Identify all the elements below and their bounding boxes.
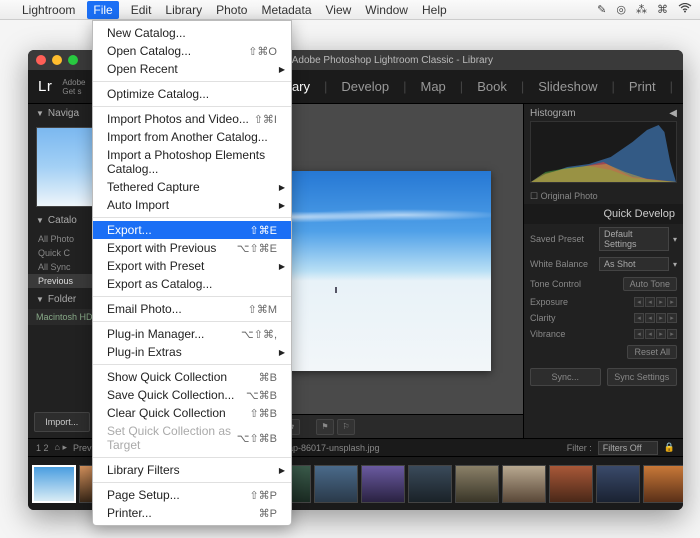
filmstrip-thumb[interactable] — [596, 465, 640, 503]
histogram-panel: Histogram◀ — [524, 104, 683, 189]
menu-item[interactable]: Page Setup...⇧⌘P — [93, 486, 291, 504]
menu-item[interactable]: Export as Catalog... — [93, 275, 291, 293]
wb-label: White Balance — [530, 259, 595, 269]
menu-item[interactable]: Export with Preset — [93, 257, 291, 275]
module-picker: Library| Develop| Map| Book| Slideshow| … — [270, 79, 673, 94]
menu-item[interactable]: Export...⇧⌘E — [93, 221, 291, 239]
minimize-icon[interactable] — [52, 55, 62, 65]
lr-subtitle: AdobeGet s — [62, 78, 85, 96]
menu-item[interactable]: Plug-in Extras — [93, 343, 291, 361]
menu-metadata[interactable]: Metadata — [261, 3, 311, 17]
menu-library[interactable]: Library — [165, 3, 202, 17]
saved-preset-label: Saved Preset — [530, 234, 595, 244]
mac-menu-bar: Lightroom File Edit Library Photo Metada… — [0, 0, 700, 20]
menu-item[interactable]: Library Filters — [93, 461, 291, 479]
vibrance-stepper[interactable]: ◂◂▸▸ — [634, 329, 677, 339]
menu-item[interactable]: Auto Import — [93, 196, 291, 214]
menu-help[interactable]: Help — [422, 3, 447, 17]
file-menu-dropdown: New Catalog...Open Catalog...⇧⌘OOpen Rec… — [92, 20, 292, 526]
clarity-label: Clarity — [530, 313, 630, 323]
sync-button[interactable]: Sync... — [530, 368, 601, 386]
drive-name: Macintosh HD — [36, 312, 93, 322]
menu-photo[interactable]: Photo — [216, 3, 247, 17]
flag-icon[interactable]: ⚑ — [316, 419, 334, 435]
clarity-stepper[interactable]: ◂◂▸▸ — [634, 313, 677, 323]
original-photo-checkbox[interactable]: ☐ Original Photo — [524, 189, 683, 204]
menu-file[interactable]: File — [87, 1, 118, 19]
menu-item[interactable]: Clear Quick Collection⇧⌘B — [93, 404, 291, 422]
module-book[interactable]: Book — [477, 79, 507, 94]
reset-all-button[interactable]: Reset All — [627, 345, 677, 359]
filmstrip-thumb[interactable] — [314, 465, 358, 503]
close-icon[interactable] — [36, 55, 46, 65]
menu-item[interactable]: Tethered Capture — [93, 178, 291, 196]
menu-item[interactable]: Email Photo...⇧⌘M — [93, 300, 291, 318]
wifi-icon[interactable] — [678, 3, 692, 16]
filmstrip-thumb[interactable] — [643, 465, 683, 503]
menu-item[interactable]: Import a Photoshop Elements Catalog... — [93, 146, 291, 178]
filmstrip-thumb[interactable] — [361, 465, 405, 503]
exposure-stepper[interactable]: ◂◂▸▸ — [634, 297, 677, 307]
menu-item[interactable]: Optimize Catalog... — [93, 85, 291, 103]
menu-item[interactable]: Show Quick Collection⌘B — [93, 368, 291, 386]
menu-item[interactable]: Printer...⌘P — [93, 504, 291, 522]
filter-lock-icon[interactable]: 🔒 — [664, 442, 675, 453]
maximize-icon[interactable] — [68, 55, 78, 65]
bluetooth-icon[interactable]: ⁂ — [636, 3, 647, 16]
control-icon[interactable]: ⌘ — [657, 3, 668, 16]
import-button[interactable]: Import... — [34, 412, 90, 432]
menu-item[interactable]: Save Quick Collection...⌥⌘B — [93, 386, 291, 404]
menu-item[interactable]: Plug-in Manager...⌥⇧⌘, — [93, 325, 291, 343]
filmstrip-thumb[interactable] — [455, 465, 499, 503]
tone-label: Tone Control — [530, 279, 619, 289]
sync-settings-button[interactable]: Sync Settings — [607, 368, 678, 386]
second-window-toggle[interactable]: 1 2 — [36, 443, 49, 453]
right-panel: Histogram◀ ☐ Original Photo Quick Develo… — [523, 104, 683, 438]
module-develop[interactable]: Develop — [341, 79, 389, 94]
menu-lightroom[interactable]: Lightroom — [22, 3, 75, 17]
menu-item[interactable]: New Catalog... — [93, 24, 291, 42]
filter-label: Filter : — [567, 443, 592, 453]
menu-item[interactable]: Import from Another Catalog... — [93, 128, 291, 146]
reject-icon[interactable]: ⚐ — [337, 419, 355, 435]
auto-tone-button[interactable]: Auto Tone — [623, 277, 677, 291]
menu-item[interactable]: Set Quick Collection as Target⌥⇧⌘B — [93, 422, 291, 454]
filmstrip-thumb[interactable] — [32, 465, 76, 503]
module-slideshow[interactable]: Slideshow — [538, 79, 597, 94]
menu-item[interactable]: Export with Previous⌥⇧⌘E — [93, 239, 291, 257]
sync-icon[interactable]: ◎ — [616, 3, 626, 16]
saved-preset-select[interactable]: Default Settings — [599, 227, 669, 251]
filmstrip-thumb[interactable] — [502, 465, 546, 503]
menu-item[interactable]: Open Catalog...⇧⌘O — [93, 42, 291, 60]
breadcrumb-icon[interactable]: ⌂ ▸ — [55, 442, 67, 453]
lr-logo: Lr — [38, 78, 52, 95]
menu-window[interactable]: Window — [365, 3, 408, 17]
filmstrip-thumb[interactable] — [549, 465, 593, 503]
exposure-label: Exposure — [530, 297, 630, 307]
wb-select[interactable]: As Shot — [599, 257, 669, 271]
menu-view[interactable]: View — [326, 3, 352, 17]
menu-item[interactable]: Open Recent — [93, 60, 291, 78]
module-print[interactable]: Print — [629, 79, 656, 94]
filter-select[interactable]: Filters Off — [598, 441, 658, 455]
menu-item[interactable]: Import Photos and Video...⇧⌘I — [93, 110, 291, 128]
pencil-icon[interactable]: ✎ — [597, 3, 606, 16]
module-map[interactable]: Map — [421, 79, 446, 94]
filmstrip-thumb[interactable] — [408, 465, 452, 503]
histogram-plot[interactable] — [530, 121, 677, 183]
menu-edit[interactable]: Edit — [131, 3, 152, 17]
quick-develop-head[interactable]: Quick Develop — [524, 204, 683, 224]
histogram-label: Histogram — [530, 108, 576, 119]
vibrance-label: Vibrance — [530, 329, 630, 339]
